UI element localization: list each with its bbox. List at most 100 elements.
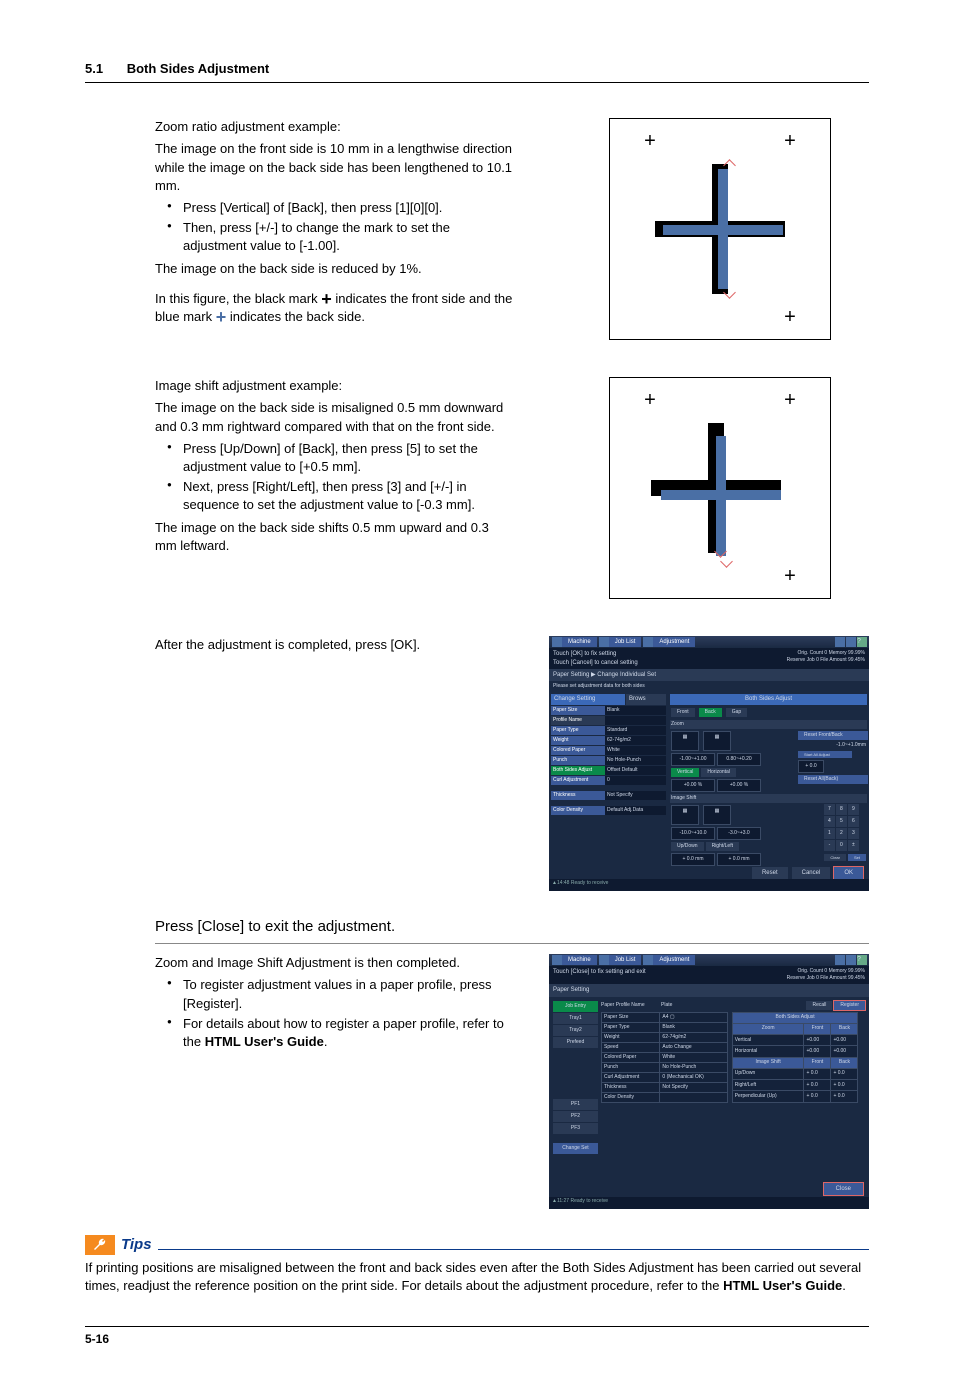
tab-joblist[interactable]: Job List	[609, 955, 642, 965]
start-adjust-button[interactable]: Start All Adjust	[798, 751, 852, 759]
reset-bottom-button[interactable]: Reset	[752, 867, 788, 879]
help-icon[interactable]: ?	[857, 955, 867, 965]
page-header: 5.1 Both Sides Adjustment	[85, 60, 869, 83]
step2-li2: For details about how to register a pape…	[183, 1015, 514, 1051]
breadcrumb: Paper Setting	[549, 984, 869, 996]
ok-button[interactable]: OK	[834, 867, 863, 879]
key-plusminus[interactable]: ±	[848, 840, 859, 851]
key-5[interactable]: 5	[836, 816, 847, 827]
zoom-desc: The image on the front side is 10 mm in …	[155, 140, 514, 195]
home-icon[interactable]	[552, 637, 562, 647]
sound-icon[interactable]	[835, 637, 845, 647]
zoom-step-1: Press [Vertical] of [Back], then press […	[183, 199, 514, 217]
zoom-step-2: Then, press [+/-] to change the mark to …	[183, 219, 514, 255]
gear-icon[interactable]	[846, 637, 856, 647]
key-9[interactable]: 9	[848, 804, 859, 815]
change-set-button[interactable]: Change Set	[553, 1143, 598, 1154]
key-6[interactable]: 6	[848, 816, 859, 827]
register-button[interactable]: Register	[834, 1001, 865, 1010]
key-0[interactable]: 0	[836, 840, 847, 851]
back-button[interactable]: Back	[699, 708, 722, 717]
zoom-example-block: Zoom ratio adjustment example: The image…	[85, 118, 869, 352]
right-table: Both Sides Adjust ZoomFrontBack Vertical…	[732, 1012, 859, 1103]
shift-result: The image on the back side shifts 0.5 mm…	[155, 519, 514, 555]
tab-adjust[interactable]: Adjustment	[653, 955, 695, 965]
left-table: Paper SizeA4 ▢ Paper TypeBlank Weight62-…	[601, 1012, 728, 1103]
plus-blue-icon: +	[216, 311, 227, 323]
list-icon[interactable]	[599, 955, 609, 965]
wrench-icon[interactable]	[643, 955, 653, 965]
tab-tray2[interactable]: Tray2	[553, 1025, 598, 1036]
zoom-figure: + + +	[609, 118, 831, 340]
plus-black-icon: +	[321, 293, 332, 305]
wrench-icon[interactable]	[643, 637, 653, 647]
help-icon[interactable]: ?	[857, 637, 867, 647]
zoom-result: The image on the back side is reduced by…	[155, 260, 514, 278]
home-icon[interactable]	[552, 955, 562, 965]
ok-block: After the adjustment is completed, press…	[85, 636, 869, 891]
key-1[interactable]: 1	[824, 828, 835, 839]
step2-li1: To register adjustment values in a paper…	[183, 976, 514, 1012]
pf2-button[interactable]: PF2	[553, 1111, 598, 1122]
shift-heading: Image shift adjustment example:	[155, 377, 514, 395]
vertical-button[interactable]: Vertical	[671, 768, 699, 777]
right-panel: Both Sides Adjust Front Back Gap Zoom ▦ …	[668, 692, 869, 887]
brows-tab[interactable]: Brows	[626, 694, 666, 704]
close-button[interactable]: Close	[824, 1183, 863, 1195]
tips-header: Tips	[85, 1234, 869, 1255]
shift-step-1: Press [Up/Down] of [Back], then press [5…	[183, 440, 514, 476]
page-number: 5-16	[85, 1332, 109, 1346]
reset-back-button[interactable]: Reset All(Back)	[798, 775, 868, 784]
separator	[155, 943, 869, 944]
pf1-button[interactable]: PF1	[553, 1099, 598, 1110]
set-button[interactable]: Set	[848, 854, 866, 862]
sp-infobar: Touch [OK] to fix setting Touch [Cancel]…	[549, 648, 869, 669]
adjust-screenshot: Machine Job List Adjustment ? Touch [OK]…	[549, 636, 869, 891]
tab-prefeed[interactable]: Prefeed	[553, 1037, 598, 1048]
front-button[interactable]: Front	[671, 708, 695, 717]
status-bar: ▲11:27 Ready to receive	[549, 1197, 869, 1209]
key-minus[interactable]: -	[824, 840, 835, 851]
key-4[interactable]: 4	[824, 816, 835, 827]
pf3-button[interactable]: PF3	[553, 1123, 598, 1134]
close-screenshot: Machine Job List Adjustment ? Touch [Clo…	[549, 954, 869, 1209]
horizontal-button[interactable]: Horizontal	[701, 768, 736, 777]
plus-mark-icon: +	[780, 566, 800, 586]
tab-machine[interactable]: Machine	[562, 955, 597, 965]
section-number: 5.1	[85, 61, 103, 76]
sound-icon[interactable]	[835, 955, 845, 965]
plus-mark-icon: +	[640, 131, 660, 151]
gap-button[interactable]: Gap	[726, 708, 747, 717]
list-icon[interactable]	[599, 637, 609, 647]
key-2[interactable]: 2	[836, 828, 847, 839]
tab-tray1[interactable]: Tray1	[553, 1013, 598, 1024]
page-footer: 5-16	[85, 1326, 869, 1348]
clear-button[interactable]: Clear	[824, 854, 846, 862]
tips-divider	[158, 1239, 869, 1250]
key-8[interactable]: 8	[836, 804, 847, 815]
tab-jobentry[interactable]: Job Entry	[553, 1001, 598, 1012]
change-setting-tab[interactable]: Change Setting	[551, 694, 625, 704]
recall-button[interactable]: Recall	[806, 1001, 832, 1010]
left-panel: Change Setting Brows Paper SizeBlank Pro…	[549, 692, 668, 887]
cancel-button[interactable]: Cancel	[792, 867, 831, 879]
shift-example-block: Image shift adjustment example: The imag…	[85, 377, 869, 611]
instruction-text: Please set adjustment data for both side…	[549, 681, 869, 692]
step2-desc: Zoom and Image Shift Adjustment is then …	[155, 954, 514, 972]
tab-adjust[interactable]: Adjustment	[653, 637, 695, 647]
rightleft-button[interactable]: Right/Left	[706, 842, 739, 851]
gear-icon[interactable]	[846, 955, 856, 965]
zoom-heading: Zoom ratio adjustment example:	[155, 118, 514, 136]
section-title: Both Sides Adjustment	[127, 61, 270, 76]
tab-joblist[interactable]: Job List	[609, 637, 642, 647]
tips-text: If printing positions are misaligned bet…	[85, 1259, 869, 1295]
plus-mark-icon: +	[640, 390, 660, 410]
updown-button[interactable]: Up/Down	[671, 842, 704, 851]
reset-button[interactable]: Reset Front/Back	[798, 731, 868, 740]
sp-topbar: Machine Job List Adjustment ?	[549, 636, 869, 648]
wrench-icon	[85, 1235, 115, 1255]
tab-machine[interactable]: Machine	[562, 637, 597, 647]
zoom-example-text: Zoom ratio adjustment example: The image…	[155, 118, 514, 352]
key-7[interactable]: 7	[824, 804, 835, 815]
key-3[interactable]: 3	[848, 828, 859, 839]
